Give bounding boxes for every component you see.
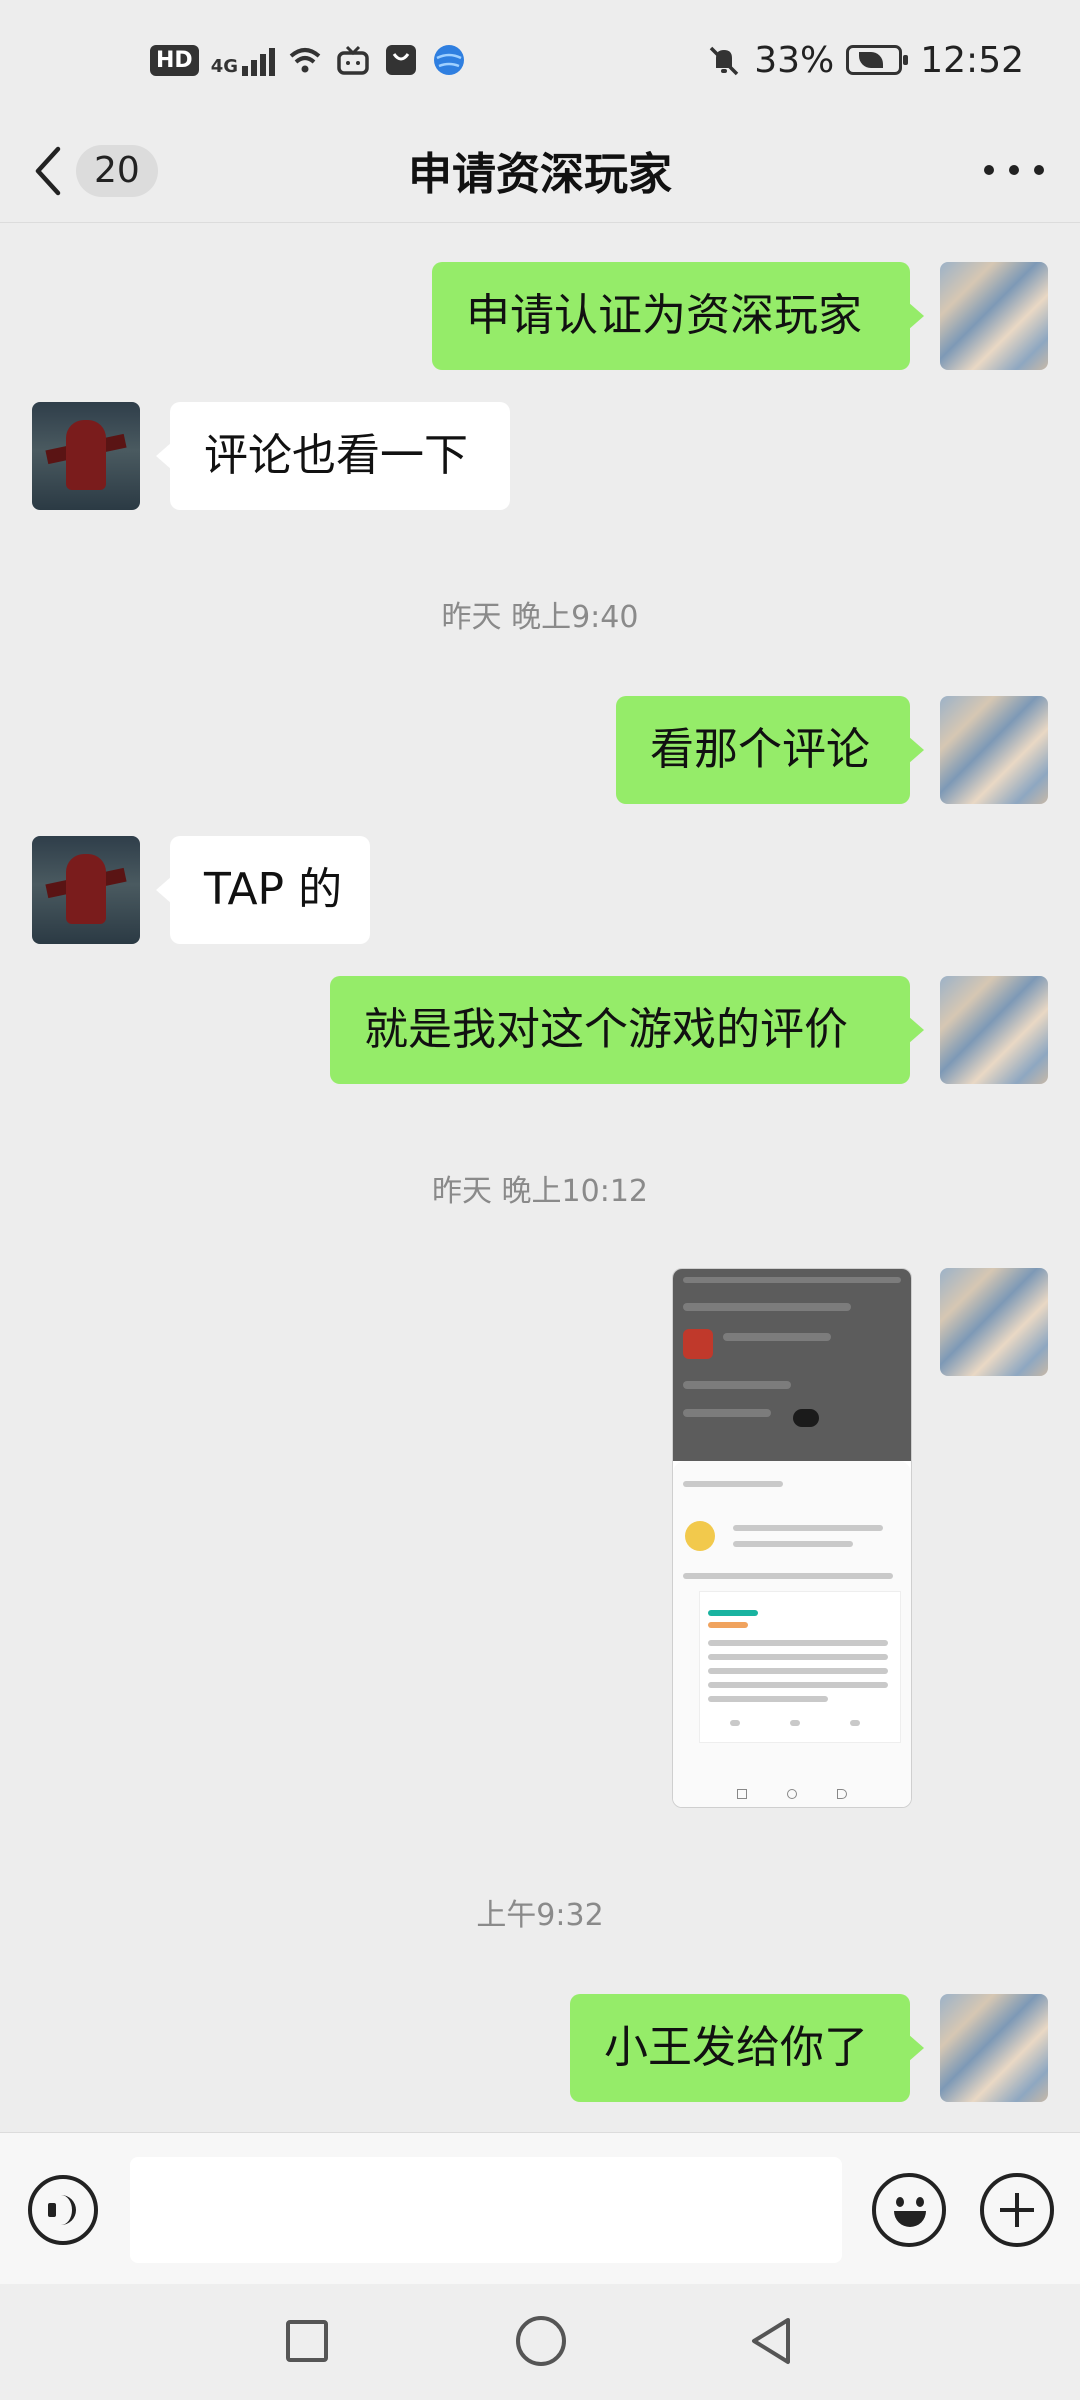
signal-icon: 4G [211, 44, 275, 76]
browser-icon [434, 45, 464, 75]
back-icon[interactable] [746, 2316, 796, 2366]
more-button[interactable] [984, 148, 1044, 192]
hd-icon: HD [150, 44, 199, 76]
recent-apps-icon[interactable] [286, 2320, 328, 2362]
review-card [699, 1591, 901, 1743]
message-bubble-received[interactable]: 评论也看一下 [156, 402, 510, 510]
chat-header: 20 申请资深玩家 [0, 120, 1080, 223]
message-input[interactable] [130, 2157, 842, 2263]
my-avatar[interactable] [940, 262, 1048, 370]
store-icon [386, 45, 416, 75]
timestamp-separator: 昨天 晚上10:12 [432, 1174, 648, 1209]
message-bubble-sent[interactable]: 就是我对这个游戏的评价 [330, 976, 924, 1084]
reviewer-avatar [685, 1521, 715, 1551]
battery-icon [846, 45, 909, 75]
my-avatar[interactable] [940, 1994, 1048, 2102]
message-bubble-sent[interactable]: 看那个评论 [616, 696, 924, 804]
message-bubble-received[interactable]: TAP 的 [156, 836, 370, 944]
screenshot-header-area [673, 1269, 911, 1461]
plus-icon[interactable] [980, 2173, 1054, 2247]
my-avatar[interactable] [940, 696, 1048, 804]
tv-icon [337, 45, 369, 75]
status-bar-right: 33% 12:52 [706, 34, 1024, 86]
home-icon[interactable] [516, 2316, 566, 2366]
my-avatar[interactable] [940, 976, 1048, 1084]
message-bubble-sent[interactable]: 申请认证为资深玩家 [432, 262, 924, 370]
clock: 12:52 [920, 39, 1024, 81]
chat-title: 申请资深玩家 [408, 149, 672, 200]
screenshot-nav [673, 1781, 911, 1807]
screenshot-review-sheet [673, 1461, 911, 1807]
my-avatar[interactable] [940, 1268, 1048, 1376]
emoji-icon[interactable] [872, 2173, 946, 2247]
game-icon [683, 1329, 713, 1359]
input-bar [0, 2132, 1080, 2285]
network-type: 4G [210, 56, 238, 77]
mute-icon [709, 46, 739, 76]
more-dots-icon [984, 165, 994, 175]
contact-avatar[interactable] [32, 402, 140, 510]
contact-avatar[interactable] [32, 836, 140, 944]
message-bubble-sent[interactable]: 小王发给你了 [570, 1994, 924, 2102]
timestamp-separator: 上午9:32 [476, 1898, 604, 1933]
image-message[interactable] [672, 1268, 912, 1808]
system-nav-bar [0, 2284, 1080, 2400]
status-bar: HD 4G 33% 12:52 [0, 0, 1080, 120]
timestamp-separator: 昨天 晚上9:40 [441, 600, 639, 635]
battery-percent: 33% [754, 39, 835, 81]
voice-icon[interactable] [28, 2175, 98, 2245]
wifi-icon [289, 48, 321, 73]
status-bar-left: HD 4G [150, 34, 467, 86]
